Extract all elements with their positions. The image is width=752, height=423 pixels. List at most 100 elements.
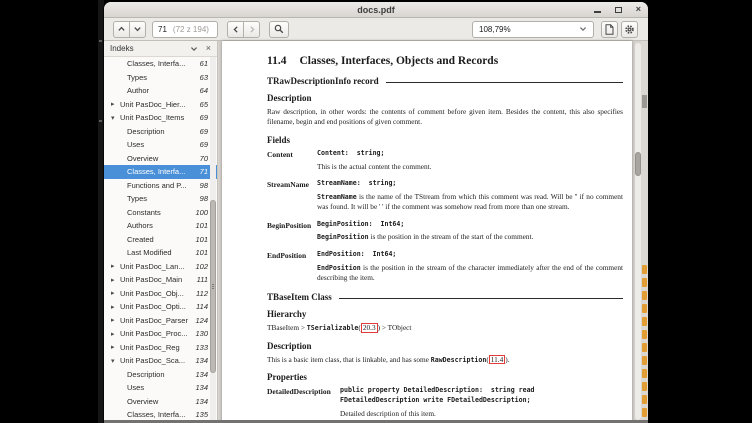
tree-item[interactable]: Constants100: [104, 206, 217, 220]
expander-collapsed-icon[interactable]: ▸: [111, 303, 120, 311]
app-body: Indeks × Classes, Interfa...61Types63Aut…: [104, 41, 648, 422]
definition-row: EndPositionEndPosition: Int64;EndPositio…: [267, 250, 623, 284]
expander-collapsed-icon[interactable]: ▸: [111, 262, 120, 270]
tree-item[interactable]: ▾Unit PasDoc_Sca...134: [104, 354, 217, 368]
tree-item[interactable]: Uses134: [104, 381, 217, 395]
chevron-right-icon: [248, 25, 256, 34]
history-back-button[interactable]: [227, 21, 244, 38]
record-heading: TRawDescriptionInfo record: [267, 76, 623, 86]
page-total-label: (72 z 194): [173, 25, 209, 34]
tree-item[interactable]: ▸Unit PasDoc_Main111: [104, 273, 217, 287]
tree-item[interactable]: Overview134: [104, 395, 217, 409]
subheading: Description: [267, 93, 623, 103]
code-text: EndPosition: [317, 264, 361, 272]
tree-item-page: 98: [200, 181, 208, 190]
tree-item[interactable]: ▸Unit PasDoc_Lan...102: [104, 260, 217, 274]
tree-item[interactable]: Classes, Interfa...61: [104, 57, 217, 71]
tree-item[interactable]: Description134: [104, 368, 217, 382]
search-button[interactable]: [269, 21, 289, 38]
tree-item-label: Functions and P...: [127, 181, 196, 190]
page-number-value: 71: [158, 25, 167, 34]
search-icon: [274, 24, 284, 34]
tree-item[interactable]: ▸Unit PasDoc_Reg133: [104, 341, 217, 355]
tree-item[interactable]: ▸Unit PasDoc_Obj...112: [104, 287, 217, 301]
maximize-icon[interactable]: [615, 7, 622, 13]
tree-item[interactable]: Functions and P... 98: [104, 179, 217, 193]
expander-collapsed-icon[interactable]: ▸: [111, 276, 120, 284]
tree-item[interactable]: ▸Unit PasDoc_Proc...130: [104, 327, 217, 341]
tree-item-page: 69: [200, 113, 208, 122]
tree-item-label: Unit PasDoc_Sca...: [120, 356, 191, 365]
tree-item[interactable]: Authors101: [104, 219, 217, 233]
close-icon[interactable]: ×: [636, 5, 641, 14]
minimize-icon[interactable]: [594, 11, 601, 13]
sidebar-close-icon[interactable]: ×: [206, 44, 211, 53]
scrollbar-grip-icon: [212, 283, 214, 290]
pdf-page[interactable]: 11.4Classes, Interfaces, Objects and Rec…: [222, 41, 632, 423]
tree-item-label: Authors: [127, 221, 191, 230]
tree-item[interactable]: Overview70: [104, 152, 217, 166]
tree-item[interactable]: Description69: [104, 125, 217, 139]
declaration-code: Content: string;: [317, 149, 623, 159]
tree-item[interactable]: Uses69: [104, 138, 217, 152]
expander-collapsed-icon[interactable]: ▸: [111, 100, 120, 108]
tree-item[interactable]: Created101: [104, 233, 217, 247]
section-link[interactable]: 20.3: [361, 323, 378, 333]
sidebar-scrollbar[interactable]: [210, 57, 216, 422]
tree-item[interactable]: ▸Unit PasDoc_Opti...114: [104, 300, 217, 314]
code-text: BeginPosition: [317, 233, 369, 241]
previous-page-button[interactable]: [113, 21, 130, 38]
sidebar-scrollbar-thumb[interactable]: [210, 200, 216, 373]
tree-item-label: Unit PasDoc_Lan...: [120, 262, 191, 271]
tree-item-label: Unit PasDoc_Parser: [120, 316, 191, 325]
expander-collapsed-icon[interactable]: ▸: [111, 316, 120, 324]
expander-collapsed-icon[interactable]: ▸: [111, 330, 120, 338]
tree-item-page: 61: [200, 59, 208, 68]
tree-item[interactable]: ▸Unit PasDoc_Hier...65: [104, 98, 217, 112]
expander-expanded-icon[interactable]: ▾: [111, 357, 120, 365]
definition-body: public property DetailedDescription: str…: [340, 386, 623, 423]
document-icon: [605, 24, 614, 35]
tree-item-label: Types: [127, 194, 196, 203]
expander-collapsed-icon[interactable]: ▸: [111, 343, 120, 351]
sidebar-pane-selector[interactable]: Indeks ×: [104, 41, 217, 57]
definition-body: StreamName: string;StreamName is the nam…: [317, 179, 623, 213]
tree-item[interactable]: ▸Unit PasDoc_Parser124: [104, 314, 217, 328]
tree-item-label: Unit PasDoc_Opti...: [120, 302, 192, 311]
pdf-viewer-window: docs.pdf × 71 (72 z 194): [104, 2, 648, 423]
tree-item-page: 69: [200, 140, 208, 149]
document-view: 11.4Classes, Interfaces, Objects and Rec…: [218, 41, 648, 422]
tree-item-page: 134: [195, 370, 208, 379]
tree-item[interactable]: ▾Unit PasDoc_Items69: [104, 111, 217, 125]
tree-item[interactable]: Types98: [104, 192, 217, 206]
tree-item-label: Constants: [127, 208, 191, 217]
chevron-up-icon: [117, 25, 126, 33]
history-forward-button[interactable]: [243, 21, 260, 38]
tree-item-page: 101: [195, 235, 208, 244]
tree-item-page: 134: [195, 397, 208, 406]
expander-expanded-icon[interactable]: ▾: [111, 114, 120, 122]
definition-row: DetailedDescriptionpublic property Detai…: [267, 386, 623, 423]
zoom-level-select[interactable]: 108,79%: [472, 21, 594, 38]
doc-paragraph: EndPosition is the position in the strea…: [317, 263, 623, 284]
tree-item-label: Last Modified: [127, 248, 191, 257]
next-page-button[interactable]: [129, 21, 146, 38]
window-controls: ×: [594, 2, 641, 17]
chevron-left-icon: [232, 25, 240, 34]
tree-item-label: Overview: [127, 154, 196, 163]
tree-item[interactable]: Author64: [104, 84, 217, 98]
annotations-button[interactable]: [601, 21, 618, 38]
tree-item[interactable]: Types63: [104, 71, 217, 85]
settings-menu-button[interactable]: [621, 21, 638, 38]
page-number-input[interactable]: 71 (72 z 194): [152, 21, 218, 38]
declaration-code: BeginPosition: Int64;: [317, 220, 623, 230]
gear-icon: [624, 24, 635, 35]
tree-item[interactable]: Classes, Interfa...71: [104, 165, 217, 179]
edge-block: [642, 95, 647, 108]
expander-collapsed-icon[interactable]: ▸: [111, 289, 120, 297]
tree-item-label: Unit PasDoc_Main: [120, 275, 193, 284]
section-link[interactable]: 11.4: [489, 355, 506, 365]
tree-item[interactable]: Last Modified101: [104, 246, 217, 260]
tree-item-page: 135: [195, 410, 208, 419]
titlebar[interactable]: docs.pdf ×: [104, 2, 648, 18]
